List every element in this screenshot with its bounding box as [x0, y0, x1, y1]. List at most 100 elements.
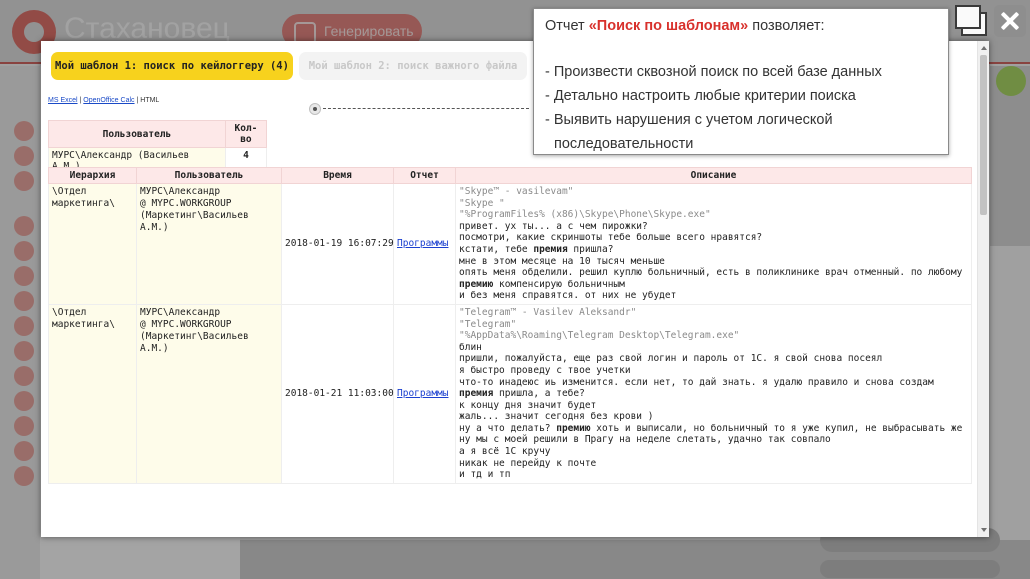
desc-app-line: "Telegram": [459, 318, 517, 330]
tooltip-bullets: - Произвести сквозной поиск по всей базе…: [545, 60, 937, 156]
desc-keyword: премию: [556, 422, 591, 434]
tooltip-bullet: - Детально настроить любые критерии поис…: [545, 88, 856, 104]
export-separator: |: [136, 97, 139, 104]
desc-keyword: премию: [459, 278, 494, 290]
desc-text: что-то инадеюс иь изменится. если нет, т…: [459, 376, 934, 388]
tooltip-bullet: последовательности: [554, 136, 694, 152]
tab-template-1[interactable]: Мой шаблон 1: поиск по кейлоггеру (4): [51, 52, 293, 80]
description-cell: "Skype™ - vasilevam" "Skype " "%ProgramFil…: [455, 183, 972, 305]
export-openoffice-link[interactable]: OpenOffice Calc: [83, 97, 134, 104]
desc-text-line: что-то инадеюс иь изменится. если нет, т…: [459, 377, 968, 389]
slider-handle[interactable]: [309, 103, 321, 115]
desc-text-line: блин: [459, 342, 968, 354]
desc-text-line: мне в этом месяце на 10 тысяч меньше: [459, 256, 968, 268]
desc-text-line: я быстро проведу с твое учетки: [459, 365, 968, 377]
desc-keyword: премия: [459, 388, 494, 400]
desc-text: пришла, а тебе?: [493, 388, 585, 400]
scroll-down-arrow-icon[interactable]: [981, 528, 987, 532]
desc-text-line: а я всё 1С кручу: [459, 446, 968, 458]
desc-text: хоть и выписали, но больничный то я уже …: [590, 422, 963, 434]
desc-text-line: кстати, тебе премия пришла?: [459, 244, 968, 256]
summary-header-user: Пользователь: [48, 120, 226, 148]
scroll-up-arrow-icon[interactable]: [981, 46, 987, 50]
desc-text: к концу дня значит будет: [459, 399, 597, 411]
desc-text: жаль... значит сегодня без крови ): [459, 411, 654, 423]
tooltip-bullet: - Произвести сквозной поиск по всей базе…: [545, 64, 882, 80]
desc-text-line: ну а что делать? премию хоть и выписали,…: [459, 423, 968, 435]
report-cell: Программы: [393, 303, 456, 484]
summary-header-count: Кол-во: [224, 120, 268, 148]
timeline-slider[interactable]: [309, 102, 529, 116]
desc-text-line: жаль... значит сегодня без крови ): [459, 411, 968, 423]
desc-text: пришли, пожалуйста, еще раз свой логин и…: [459, 353, 883, 365]
tooltip-title-post: позволяет:: [748, 18, 825, 34]
user-cell: МУРС\Александр @ MYPC.WORKGROUP (Маркетинг…: [136, 183, 282, 305]
time-cell: 2018-01-19 16:07:29: [281, 183, 394, 305]
user-line: @ MYPC.WORKGROUP: [140, 198, 232, 209]
desc-text: мне в этом месяце на 10 тысяч меньше: [459, 255, 665, 267]
user-line: @ MYPC.WORKGROUP: [140, 318, 232, 330]
results-header-description: Описание: [455, 167, 972, 184]
description-cell: "Telegram™ - Vasilev Aleksandr" "Telegram…: [455, 303, 972, 484]
tab-template-2[interactable]: Мой шаблон 2: поиск важного файла: [299, 52, 527, 80]
results-table: Иерархия Пользователь Время Отчет Описан…: [48, 167, 972, 484]
desc-text-line: опять меня обделили. решил куплю больнич…: [459, 267, 968, 279]
desc-text: кстати, тебе: [459, 243, 534, 255]
tooltip-bullet: - Выявить нарушения с учетом логической: [545, 112, 833, 128]
table-row: \Отдел маркетинга\ МУРС\Александр @ MYPC.W…: [48, 183, 972, 305]
user-line: МУРС\Александр: [140, 186, 221, 197]
user-line: (Маркетинг\Васильев А.М.): [140, 330, 249, 354]
desc-text: посмотри, какие скриншоты тебе больше вс…: [459, 232, 763, 244]
table-row: \Отдел маркетинга\ МУРС\Александр @ MYPC.W…: [48, 303, 972, 484]
desc-text: блин: [459, 341, 482, 353]
scroll-thumb[interactable]: [980, 55, 987, 215]
desc-app-line: "%ProgramFiles% (x86)\Skype\Phone\Skype.…: [459, 209, 711, 221]
desc-app-line: "%AppData%\Roaming\Telegram Desktop\Tele…: [459, 330, 740, 342]
desc-text: а я всё 1С кручу: [459, 446, 551, 458]
desc-app-line: "Skype™ - vasilevam": [459, 186, 574, 197]
desc-text: я быстро проведу с твое учетки: [459, 364, 631, 376]
desc-text: ну мы с моей решили в Прагу на неделе сл…: [459, 434, 831, 446]
desc-app-line: "Telegram™ - Vasilev Aleksandr": [459, 306, 637, 318]
desc-text-line: и тд и тп: [459, 469, 968, 481]
desc-text: привет. ух ты... а с чем пирожки?: [459, 220, 648, 232]
desc-text: пришла?: [567, 243, 614, 255]
desc-keyword: премия: [533, 243, 568, 255]
modal-scrollbar[interactable]: [977, 41, 989, 537]
window-restore-front-frame: [955, 5, 981, 29]
hierarchy-cell: \Отдел маркетинга\: [48, 303, 137, 484]
results-header-time: Время: [281, 167, 394, 184]
results-header-report: Отчет: [393, 167, 456, 184]
desc-text-line: привет. ух ты... а с чем пирожки?: [459, 221, 968, 233]
export-html-label: HTML: [140, 97, 160, 104]
export-links: MS Excel | OpenOffice Calc | HTML: [48, 97, 159, 104]
tooltip-title-pre: Отчет: [545, 18, 589, 34]
window-restore-icon[interactable]: [955, 5, 989, 37]
desc-text-line: премию компенсирую больничным: [459, 279, 968, 291]
desc-text-line: премия пришла, а тебе?: [459, 388, 968, 400]
desc-text: ну а что делать?: [459, 422, 557, 434]
tooltip-title: Отчет «Поиск по шаблонам» позволяет:: [545, 18, 937, 34]
desc-app-line: "Skype ": [459, 197, 505, 209]
results-header-hierarchy: Иерархия: [48, 167, 137, 184]
report-link[interactable]: Программы: [397, 388, 448, 399]
close-icon[interactable]: [994, 5, 1026, 37]
export-ms-excel-link[interactable]: MS Excel: [48, 97, 78, 104]
desc-text-line: пришли, пожалуйста, еще раз свой логин и…: [459, 353, 968, 365]
report-link[interactable]: Программы: [397, 238, 448, 249]
hierarchy-cell: \Отдел маркетинга\: [48, 183, 137, 305]
desc-text-line: никак не перейду к почте: [459, 458, 968, 470]
desc-text: и без меня справятся. от них не убудет: [459, 290, 677, 302]
desc-text-line: посмотри, какие скриншоты тебе больше вс…: [459, 232, 968, 244]
desc-text: компенсирую больничным: [493, 278, 625, 290]
report-cell: Программы: [393, 183, 456, 305]
desc-text: и тд и тп: [459, 469, 511, 481]
slider-track: [323, 108, 529, 109]
user-cell: МУРС\Александр @ MYPC.WORKGROUP (Маркетинг…: [136, 303, 282, 484]
user-line: (Маркетинг\Васильев А.М.): [140, 210, 249, 233]
export-separator: |: [79, 97, 82, 104]
desc-text: опять меня обделили. решил куплю больнич…: [459, 267, 963, 279]
results-header-user: Пользователь: [136, 167, 282, 184]
feature-tooltip: Отчет «Поиск по шаблонам» позволяет: - П…: [533, 8, 949, 155]
desc-text-line: и без меня справятся. от них не убудет: [459, 290, 968, 302]
